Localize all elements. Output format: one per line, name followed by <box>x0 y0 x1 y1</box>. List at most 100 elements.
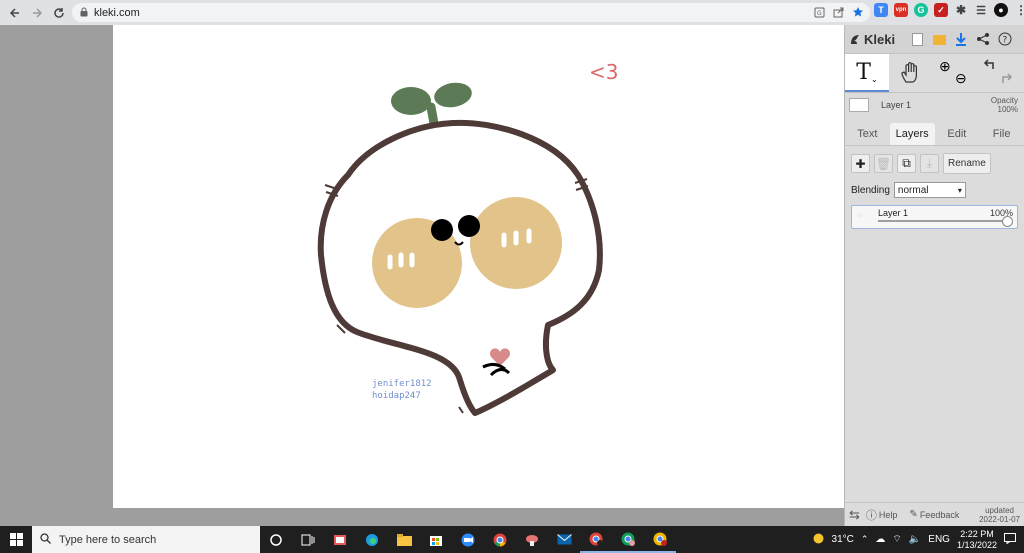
kleki-side-panel: Kleki ? T ⌄ ⊕ ⊖ Layer 1 Opacity 100% Tex… <box>844 25 1024 526</box>
back-icon[interactable] <box>4 2 26 24</box>
wifi-icon[interactable]: ⌔ <box>892 533 901 546</box>
url-text: kleki.com <box>94 6 140 19</box>
temperature-readout[interactable]: 31°C <box>832 534 854 545</box>
delete-layer-button[interactable]: 🗑 <box>874 154 893 173</box>
zoom-out-icon[interactable]: ⊖ <box>955 70 967 87</box>
volume-icon[interactable]: 🔈 <box>909 534 921 545</box>
chrome-icon[interactable] <box>484 526 516 553</box>
new-file-icon[interactable] <box>909 31 925 47</box>
tab-edit[interactable]: Edit <box>935 123 980 145</box>
browser-toolbar: kleki.com G T vpn G ✓ ✱ ☰ ● ⋮ <box>0 0 1024 25</box>
feedback-link[interactable]: ✎ Feedback <box>909 509 959 520</box>
extension-translate-icon[interactable]: T <box>874 3 888 17</box>
clock-date: 1/13/2022 <box>956 539 997 550</box>
help-label: Help <box>878 509 898 520</box>
mail-icon[interactable] <box>548 526 580 553</box>
panel-header: Kleki ? <box>845 25 1024 53</box>
text-tool-button[interactable]: T ⌄ <box>845 54 889 92</box>
weather-icon[interactable] <box>812 532 825 548</box>
save-icon[interactable] <box>931 31 947 47</box>
chevron-down-icon: ▾ <box>957 185 962 195</box>
tab-file[interactable]: File <box>979 123 1024 145</box>
translate-icon[interactable]: G <box>814 5 825 23</box>
updated-label: updated <box>985 505 1014 515</box>
merge-layer-button[interactable]: ⤓ <box>920 154 939 173</box>
help-icon[interactable]: ? <box>997 31 1013 47</box>
address-bar[interactable]: kleki.com G <box>72 3 870 22</box>
blending-value: normal <box>897 184 929 196</box>
text-tool-icon: T <box>856 59 871 85</box>
panel-tabs: Text Layers Edit File <box>845 121 1024 146</box>
layer-opacity-knob[interactable] <box>1002 216 1013 227</box>
drawing-canvas[interactable]: <3 jenifer1812 hoidap247 <box>113 25 844 508</box>
layer-card-thumbnail-icon: ◌ <box>857 211 862 220</box>
share-icon[interactable] <box>833 5 844 23</box>
help-link[interactable]: ⓘ Help <box>866 507 898 523</box>
opacity-readout: Opacity 100% <box>991 96 1018 114</box>
browser-menu-icon[interactable]: ⋮ <box>1014 3 1024 17</box>
kleki-logo[interactable]: Kleki <box>849 32 895 47</box>
extension-red-icon[interactable]: ✓ <box>934 3 948 17</box>
cloud-icon[interactable]: ☁ <box>875 534 885 545</box>
profile-avatar-icon[interactable]: ● <box>994 3 1008 17</box>
task-view-icon[interactable] <box>292 526 324 553</box>
blending-label: Blending <box>851 184 890 196</box>
signature-line-1: jenifer1812 <box>372 379 432 389</box>
extension-vpn-icon[interactable]: vpn <box>894 3 908 17</box>
lock-icon <box>80 4 88 22</box>
reload-icon[interactable] <box>48 2 70 24</box>
share-icon[interactable] <box>975 31 991 47</box>
pen-icon: ✎ <box>909 509 918 520</box>
notifications-icon[interactable] <box>1004 532 1016 547</box>
windows-start-button[interactable] <box>0 526 32 553</box>
download-icon[interactable] <box>953 31 969 47</box>
opacity-value: 100% <box>997 105 1018 114</box>
extensions-puzzle-icon[interactable]: ✱ <box>954 3 968 17</box>
zoom-app-icon[interactable] <box>452 526 484 553</box>
chevron-down-icon: ⌄ <box>870 74 878 84</box>
opacity-label: Opacity <box>990 96 1018 105</box>
right-eye <box>458 215 480 237</box>
blending-row: Blending normal ▾ <box>845 174 1024 198</box>
tab-text[interactable]: Text <box>845 123 890 145</box>
chrome-profile-3-icon[interactable] <box>644 526 676 553</box>
tool-row: T ⌄ ⊕ ⊖ <box>845 53 1024 93</box>
file-explorer-icon[interactable] <box>388 526 420 553</box>
duplicate-layer-button[interactable]: ⧉ <box>897 154 916 173</box>
swap-icon[interactable]: ⇆ <box>849 507 860 523</box>
app-mushroom-icon[interactable] <box>516 526 548 553</box>
store-icon[interactable] <box>420 526 452 553</box>
app-snip-icon[interactable] <box>324 526 356 553</box>
clock[interactable]: 2:22 PM 1/13/2022 <box>957 529 997 551</box>
bookmark-star-icon[interactable] <box>852 5 864 23</box>
forward-icon[interactable] <box>26 2 48 24</box>
current-layer-row: Layer 1 Opacity 100% <box>845 93 1024 117</box>
hand-tool-button[interactable] <box>889 54 933 92</box>
svg-text:G: G <box>817 10 822 17</box>
language-indicator[interactable]: ENG <box>928 534 950 545</box>
add-layer-button[interactable]: ✚ <box>851 154 870 173</box>
undo-icon[interactable] <box>983 58 995 70</box>
duplicate-icon: ⧉ <box>902 156 911 170</box>
canvas-stage[interactable]: <3 jenifer1812 hoidap247 <box>0 25 844 526</box>
reading-list-icon[interactable]: ☰ <box>974 3 988 17</box>
chrome-profile-1-icon[interactable] <box>580 526 612 553</box>
layer-opacity-slider[interactable] <box>878 220 1009 222</box>
redo-icon[interactable] <box>1001 72 1013 84</box>
tab-layers[interactable]: Layers <box>889 123 935 145</box>
extension-grammarly-icon[interactable]: G <box>914 3 928 17</box>
taskbar-search-box[interactable]: Type here to search <box>32 526 260 553</box>
merge-down-icon: ⤓ <box>926 156 933 170</box>
edge-browser-icon[interactable] <box>356 526 388 553</box>
hand-icon <box>901 62 917 83</box>
chrome-profile-2-icon[interactable] <box>612 526 644 553</box>
layer-list-item[interactable]: ◌ Layer 1 100% <box>851 205 1018 229</box>
updated-date: 2022-01-07 <box>979 514 1020 524</box>
zoom-in-icon[interactable]: ⊕ <box>939 58 951 75</box>
chevron-up-icon[interactable]: ⌃ <box>861 534 869 545</box>
cortana-icon[interactable] <box>260 526 292 553</box>
panel-footer: ⇆ ⓘ Help ✎ Feedback updated 2022-01-07 <box>845 502 1024 526</box>
annotation-text: <3 <box>589 60 618 84</box>
rename-layer-button[interactable]: Rename <box>943 153 991 174</box>
blending-select[interactable]: normal ▾ <box>893 182 966 198</box>
